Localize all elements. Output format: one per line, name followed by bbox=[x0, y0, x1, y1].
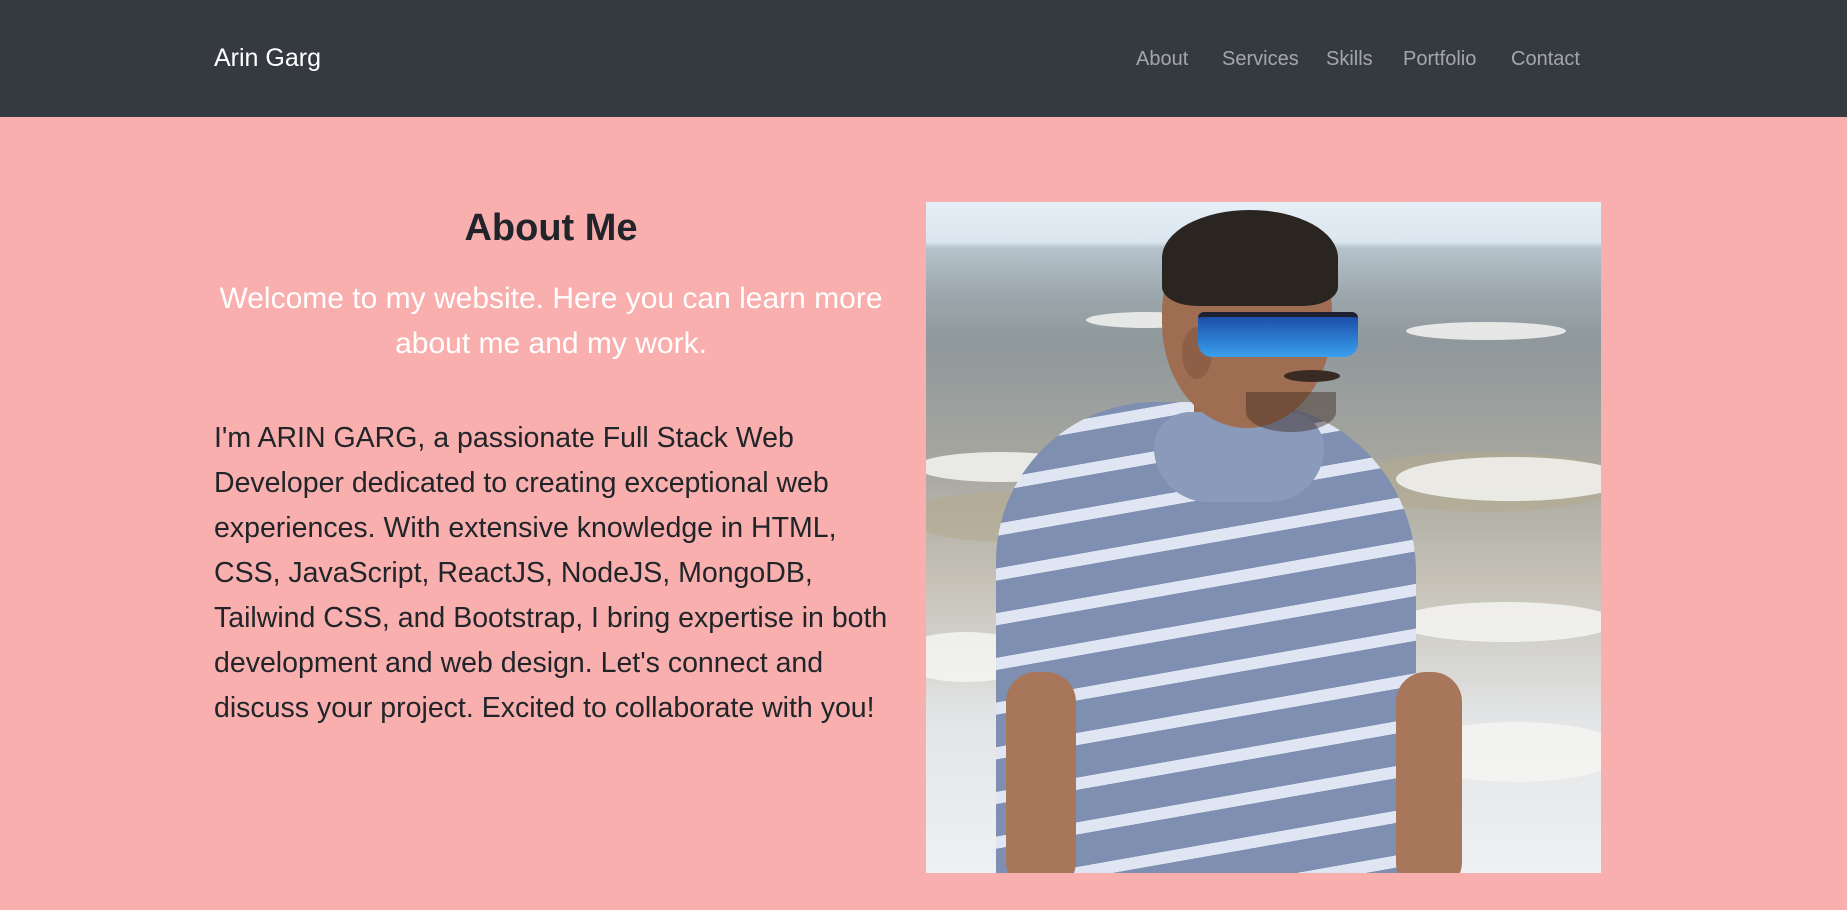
nav-link-skills[interactable]: Skills bbox=[1326, 42, 1373, 76]
about-subtitle: Welcome to my website. Here you can lear… bbox=[219, 282, 883, 360]
nav-links: About Services Skills Portfolio Contact bbox=[1120, 42, 1587, 76]
nav-link-portfolio[interactable]: Portfolio bbox=[1403, 42, 1476, 76]
nav-link-about[interactable]: About bbox=[1136, 42, 1188, 76]
about-title: About Me bbox=[464, 207, 638, 249]
navbar: Arin Garg About Services Skills Portfoli… bbox=[0, 0, 1847, 117]
profile-photo bbox=[926, 202, 1601, 873]
brand-link[interactable]: Arin Garg bbox=[214, 40, 321, 76]
nav-link-contact[interactable]: Contact bbox=[1511, 42, 1580, 76]
nav-link-services[interactable]: Services bbox=[1222, 42, 1299, 76]
about-description: I'm ARIN GARG, a passionate Full Stack W… bbox=[214, 422, 888, 724]
